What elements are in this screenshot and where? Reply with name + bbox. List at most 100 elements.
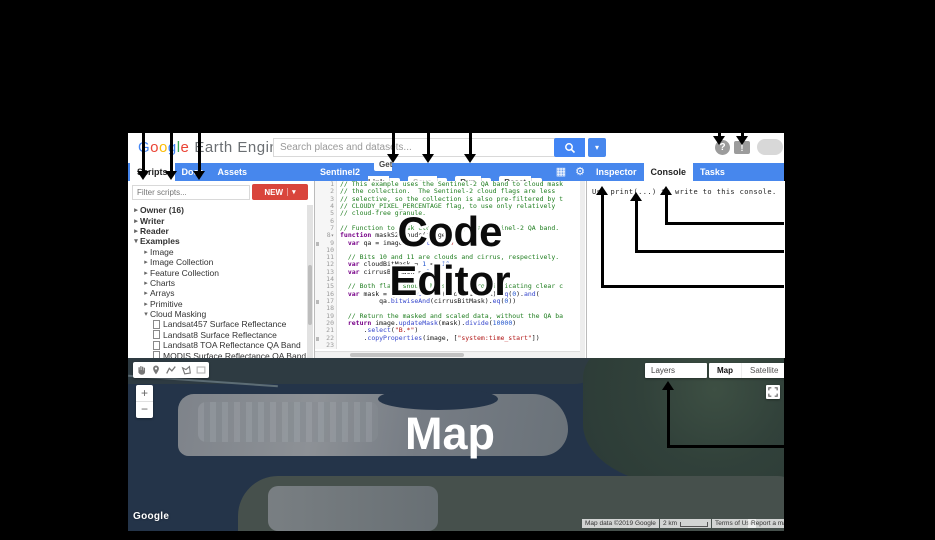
tree-folder-reader[interactable]: ▸Reader xyxy=(128,226,306,236)
code-line[interactable]: 20 return image.updateMask(mask).divide(… xyxy=(315,320,585,327)
tab-tasks[interactable]: Tasks xyxy=(693,163,732,181)
script-item-landsat8-surface-reflectance[interactable]: Landsat8 Surface Reflectance xyxy=(128,330,306,340)
script-item-landsat457-surface-reflectance[interactable]: Landsat457 Surface Reflectance xyxy=(128,319,306,329)
tree-folder-primitive[interactable]: ▸Primitive xyxy=(128,299,306,309)
map-type-control: Map Satellite xyxy=(709,363,784,378)
code-text: // Bits 10 and 11 are clouds and cirrus,… xyxy=(337,254,559,261)
new-script-button[interactable]: NEW▾ xyxy=(252,184,308,200)
layers-panel[interactable]: Layers xyxy=(645,363,707,378)
console-tab-bar: InspectorConsoleTasks xyxy=(589,163,732,181)
code-line[interactable]: 22 .copyProperties(image, ["system:time_… xyxy=(315,335,585,342)
code-line[interactable]: 15 // Both flags should be set to zero, … xyxy=(315,283,585,290)
console-placeholder-text: Use print(...) to write to this console. xyxy=(592,188,777,196)
annotated-screenshot: GoogleEarth Engine ▾ ? ! ScriptsDocsAsse… xyxy=(0,0,935,540)
code-line[interactable]: 19 // Return the masked and scaled data,… xyxy=(315,313,585,320)
script-item-landsat8-toa-reflectance-qa-band[interactable]: Landsat8 TOA Reflectance QA Band xyxy=(128,340,306,350)
expand-icon: ▸ xyxy=(142,300,150,308)
collapse-icon: ▾ xyxy=(142,310,150,318)
code-line[interactable]: 3// selective, so the collection is also… xyxy=(315,196,585,203)
code-editor-panel[interactable]: 1// This example uses the Sentinel-2 QA … xyxy=(315,181,585,358)
tree-folder-feature-collection[interactable]: ▸Feature Collection xyxy=(128,267,306,277)
code-line[interactable]: 23 xyxy=(315,342,585,349)
code-line[interactable]: 8▾function maskS2clouds(image) { xyxy=(315,232,585,239)
draw-polygon-icon[interactable] xyxy=(180,364,192,376)
code-line[interactable]: 9 var qa = image.select('QA60'); xyxy=(315,240,585,247)
tab-inspector[interactable]: Inspector xyxy=(589,163,644,181)
tree-folder-image-collection[interactable]: ▸Image Collection xyxy=(128,257,306,267)
script-item-modis-surface-reflectance-qa-band[interactable]: MODIS Surface Reflectance QA Band xyxy=(128,350,306,358)
code-line[interactable]: 12 var cloudBitMask = 1 << 10; xyxy=(315,261,585,268)
map-canvas[interactable]: + − Layers Map Satellite Google Map data… xyxy=(128,358,784,531)
tab-console[interactable]: Console xyxy=(644,163,694,181)
zoom-out-button[interactable]: − xyxy=(136,402,153,418)
apps-grid-icon[interactable]: ▦ xyxy=(556,163,566,181)
tree-folder-examples[interactable]: ▾Examples xyxy=(128,236,306,246)
code-line[interactable]: 1// This example uses the Sentinel-2 QA … xyxy=(315,181,585,188)
script-tree: ▸Owner (16)▸Writer▸Reader▾Examples▸Image… xyxy=(128,205,306,358)
draw-line-icon[interactable] xyxy=(165,364,177,376)
gutter-marker-icon xyxy=(316,337,319,341)
expand-icon: ▸ xyxy=(142,248,150,256)
logo-letter: g xyxy=(168,139,177,156)
code-line[interactable]: 6 xyxy=(315,218,585,225)
filter-scripts-input[interactable] xyxy=(132,185,250,200)
fullscreen-button[interactable] xyxy=(766,385,780,399)
draw-rectangle-icon[interactable] xyxy=(195,364,207,376)
zoom-in-button[interactable]: + xyxy=(136,385,153,402)
tree-folder-writer[interactable]: ▸Writer xyxy=(128,215,306,225)
code-line[interactable]: 17 qa.bitwiseAnd(cirrusBitMask).eq(0)) xyxy=(315,298,585,305)
logo-letter: e xyxy=(181,139,190,156)
code-line[interactable]: 18 xyxy=(315,305,585,312)
code-line[interactable]: 13 var cirrusBitMask = 1 << 11; xyxy=(315,269,585,276)
tab-docs[interactable]: Docs xyxy=(175,163,211,181)
code-line[interactable]: 5// cloud-free granule. xyxy=(315,210,585,217)
search-dropdown-button[interactable]: ▾ xyxy=(588,138,606,157)
code-line[interactable]: 21 .select("B.*") xyxy=(315,327,585,334)
code-line[interactable]: 14 xyxy=(315,276,585,283)
map-type-map-button[interactable]: Map xyxy=(709,363,741,378)
code-area[interactable]: 1// This example uses the Sentinel-2 QA … xyxy=(315,181,585,349)
tree-item-label: Landsat457 Surface Reflectance xyxy=(163,319,286,329)
expand-icon: ▸ xyxy=(142,269,150,277)
left-panel-scrollbar[interactable] xyxy=(307,205,313,358)
tree-folder-image[interactable]: ▸Image xyxy=(128,247,306,257)
tree-folder-charts[interactable]: ▸Charts xyxy=(128,278,306,288)
logo-letter: G xyxy=(138,139,150,156)
tree-folder-arrays[interactable]: ▸Arrays xyxy=(128,288,306,298)
scripts-tab-bar: ScriptsDocsAssets xyxy=(130,163,254,181)
tree-item-label: Primitive xyxy=(150,299,183,309)
tab-scripts[interactable]: Scripts xyxy=(130,163,175,181)
code-line[interactable]: 4// CLOUDY_PIXEL_PERCENTAGE flag, to use… xyxy=(315,203,585,210)
code-text: // cloud-free granule. xyxy=(337,210,426,217)
code-text: // selective, so the collection is also … xyxy=(337,196,563,203)
pan-hand-icon[interactable] xyxy=(135,364,147,376)
map-zoom-control: + − xyxy=(136,385,153,418)
fullscreen-icon xyxy=(768,387,778,397)
code-line[interactable]: 11 // Bits 10 and 11 are clouds and cirr… xyxy=(315,254,585,261)
tab-assets[interactable]: Assets xyxy=(211,163,255,181)
gear-icon[interactable]: ⚙ xyxy=(575,163,585,181)
map-water-inlet xyxy=(378,388,498,410)
code-line[interactable]: 7// Function to mask clouds using the Se… xyxy=(315,225,585,232)
tree-item-label: Examples xyxy=(140,236,180,246)
placemark-icon[interactable] xyxy=(150,364,162,376)
report-map-error-link[interactable]: Report a map error xyxy=(748,519,784,528)
code-line[interactable]: 10 xyxy=(315,247,585,254)
feedback-icon[interactable]: ! xyxy=(734,141,750,154)
profile-button[interactable] xyxy=(757,139,783,155)
script-file-icon xyxy=(153,341,160,350)
console-panel: Use print(...) to write to this console. xyxy=(586,181,785,358)
code-line[interactable]: 16 var mask = qa.bitwiseAnd(cloudBitMask… xyxy=(315,291,585,298)
code-text xyxy=(337,276,340,283)
code-text: // Both flags should be set to zero, ind… xyxy=(337,283,563,290)
code-line[interactable]: 2// the collection. The Sentinel-2 cloud… xyxy=(315,188,585,195)
code-vertical-scrollbar[interactable] xyxy=(580,181,585,358)
search-button[interactable] xyxy=(554,138,585,157)
code-horizontal-scrollbar[interactable] xyxy=(315,351,580,358)
tree-folder-cloud-masking[interactable]: ▾Cloud Masking xyxy=(128,309,306,319)
map-type-satellite-button[interactable]: Satellite xyxy=(741,363,784,378)
tree-folder-owner-16[interactable]: ▸Owner (16) xyxy=(128,205,306,215)
collapse-icon: ▾ xyxy=(132,237,140,245)
expand-icon: ▸ xyxy=(132,227,140,235)
help-icon[interactable]: ? xyxy=(715,140,730,155)
